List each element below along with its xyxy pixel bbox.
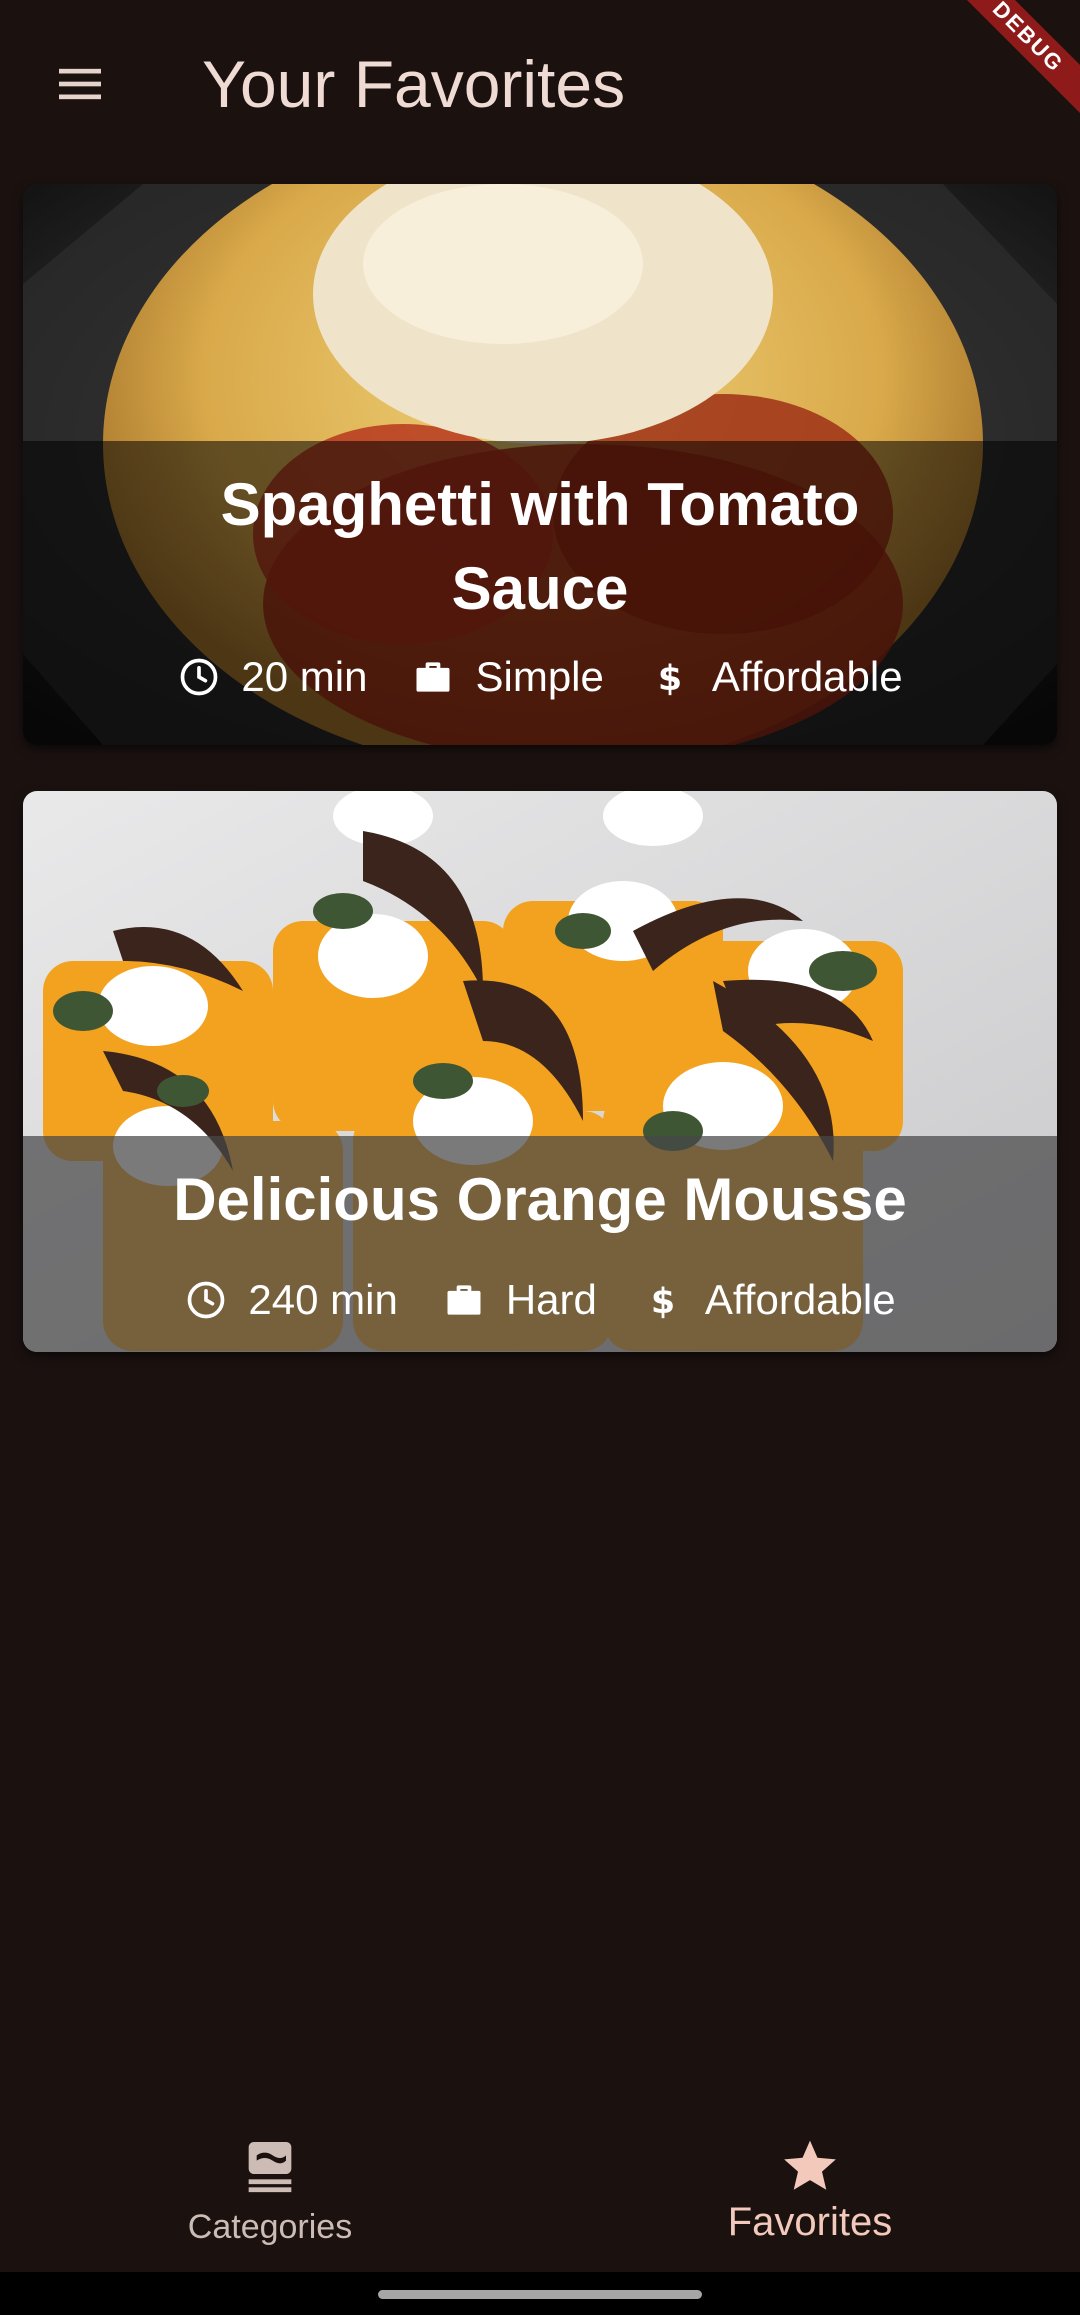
meal-card-orange-mousse[interactable]: Delicious Orange Mousse 240 min Hard $ A… [23, 791, 1057, 1352]
nav-label-favorites: Favorites [727, 2200, 893, 2244]
meal-affordability: $ Affordable [641, 1276, 896, 1324]
nav-item-categories[interactable]: Categories [0, 2096, 540, 2272]
dollar-icon: $ [648, 655, 692, 699]
meal-duration: 240 min [184, 1276, 398, 1324]
meal-duration: 20 min [177, 653, 367, 701]
page-title: Your Favorites [202, 47, 626, 121]
meal-affordability-text: Affordable [704, 1276, 896, 1323]
set-meal-icon [248, 2142, 292, 2193]
meal-complexity-text: Hard [505, 1276, 597, 1323]
svg-text:$: $ [651, 1282, 675, 1322]
meal-meta-row: 20 min Simple $ Affordable [63, 653, 1017, 701]
system-gesture-bar [0, 2272, 1080, 2315]
dollar-icon: $ [641, 1278, 685, 1322]
meal-duration-text: 240 min [248, 1276, 398, 1323]
svg-text:$: $ [658, 659, 682, 699]
work-icon [442, 1278, 486, 1322]
schedule-icon [177, 655, 221, 699]
nav-item-favorites[interactable]: Favorites [540, 2096, 1080, 2272]
meal-title: Delicious Orange Mousse [173, 1166, 907, 1233]
meal-card-spaghetti[interactable]: Spaghetti with Tomato Sauce 20 min Simpl… [23, 184, 1057, 745]
nav-label-categories: Categories [187, 2208, 353, 2246]
meal-complexity-text: Simple [475, 653, 604, 700]
meal-affordability: $ Affordable [648, 653, 903, 701]
meal-info-overlay: Delicious Orange Mousse 240 min Hard $ A… [23, 1136, 1057, 1352]
meal-info-overlay: Spaghetti with Tomato Sauce 20 min Simpl… [23, 441, 1057, 745]
star-icon [784, 2140, 836, 2190]
meal-title: Spaghetti with Tomato Sauce [220, 471, 860, 622]
home-gesture-handle[interactable] [378, 2290, 702, 2299]
schedule-icon [184, 1278, 228, 1322]
meal-complexity: Hard [442, 1276, 597, 1324]
meal-duration-text: 20 min [241, 653, 368, 700]
meal-affordability-text: Affordable [711, 653, 903, 700]
menu-button[interactable] [28, 40, 132, 128]
bottom-navigation-bar: Categories Favorites [0, 2096, 1080, 2272]
work-icon [411, 655, 455, 699]
menu-icon [59, 68, 101, 100]
meal-meta-row: 240 min Hard $ Affordable [63, 1276, 1017, 1324]
app-bar: Your Favorites [0, 0, 1080, 166]
meal-complexity: Simple [411, 653, 604, 701]
